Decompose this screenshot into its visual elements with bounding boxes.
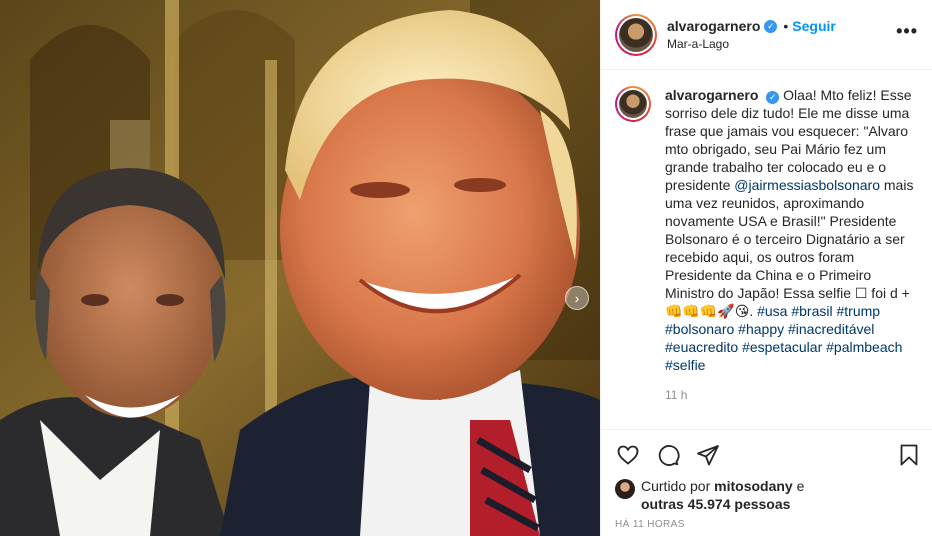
avatar-image — [619, 90, 647, 118]
post-side-panel: alvarogarnero ✓ • Seguir Mar-a-Lago ••• … — [600, 0, 932, 536]
likes-middle: e — [792, 478, 805, 494]
comment-icon[interactable] — [655, 442, 681, 468]
caption-body: alvarogarnero ✓ Olaa! Mto feliz! Esse so… — [665, 86, 918, 404]
likes-summary: Curtido por mitosodany e outras 45.974 p… — [601, 477, 932, 513]
action-bar — [601, 429, 932, 479]
post-location[interactable]: Mar-a-Lago — [667, 37, 896, 51]
hashtag-link[interactable]: #brasil — [791, 303, 832, 319]
comments-area: alvarogarnero ✓ Olaa! Mto feliz! Esse so… — [601, 70, 932, 429]
bookmark-icon[interactable] — [896, 442, 922, 468]
chevron-right-icon: › — [574, 290, 580, 306]
mention-link[interactable]: @jairmessiasbolsonaro — [734, 177, 880, 193]
photo-illustration — [0, 0, 600, 536]
author-avatar[interactable] — [615, 13, 657, 56]
hashtag-link[interactable]: #espetacular — [742, 339, 822, 355]
separator-dot: • — [783, 18, 789, 34]
post-timestamp[interactable]: HÁ 11 HORAS — [601, 513, 932, 530]
hashtag-link[interactable]: #bolsonaro — [665, 321, 734, 337]
caption-comment: alvarogarnero ✓ Olaa! Mto feliz! Esse so… — [615, 86, 918, 404]
liker-username[interactable]: mitosodany — [714, 478, 793, 494]
hashtag-link[interactable]: #euacredito — [665, 339, 738, 355]
more-options-icon[interactable]: ••• — [896, 21, 918, 42]
share-icon[interactable] — [695, 442, 721, 468]
likes-count-link[interactable]: outras 45.974 pessoas — [641, 496, 790, 512]
liker-avatar[interactable] — [615, 479, 635, 499]
heart-icon[interactable] — [615, 442, 641, 468]
post-photo[interactable]: › — [0, 0, 600, 536]
caption-username[interactable]: alvarogarnero — [665, 87, 758, 103]
caption-text-part-2: mais uma vez reunidos, aproximando novam… — [665, 177, 914, 319]
follow-button[interactable]: Seguir — [792, 18, 836, 34]
instagram-post-view: › alvarogarnero ✓ • Seguir Mar-a-Lago ••… — [0, 0, 932, 536]
hashtag-link[interactable]: #usa — [757, 303, 787, 319]
avatar-image — [619, 17, 653, 52]
post-header: alvarogarnero ✓ • Seguir Mar-a-Lago ••• — [601, 0, 932, 70]
caption-time[interactable]: 11 h — [665, 386, 918, 404]
carousel-next-button[interactable]: › — [565, 286, 589, 310]
hashtag-link[interactable]: #selfie — [665, 357, 705, 373]
hashtag-link[interactable]: #inacreditável — [788, 321, 874, 337]
hashtag-link[interactable]: #trump — [837, 303, 881, 319]
verified-badge-icon: ✓ — [764, 19, 778, 33]
verified-badge-icon: ✓ — [766, 90, 780, 104]
hashtag-link[interactable]: #happy — [738, 321, 784, 337]
hashtag-link[interactable]: #palmbeach — [826, 339, 902, 355]
caption-avatar[interactable] — [615, 86, 651, 122]
author-username[interactable]: alvarogarnero — [667, 18, 760, 34]
likes-prefix: Curtido por — [641, 478, 715, 494]
